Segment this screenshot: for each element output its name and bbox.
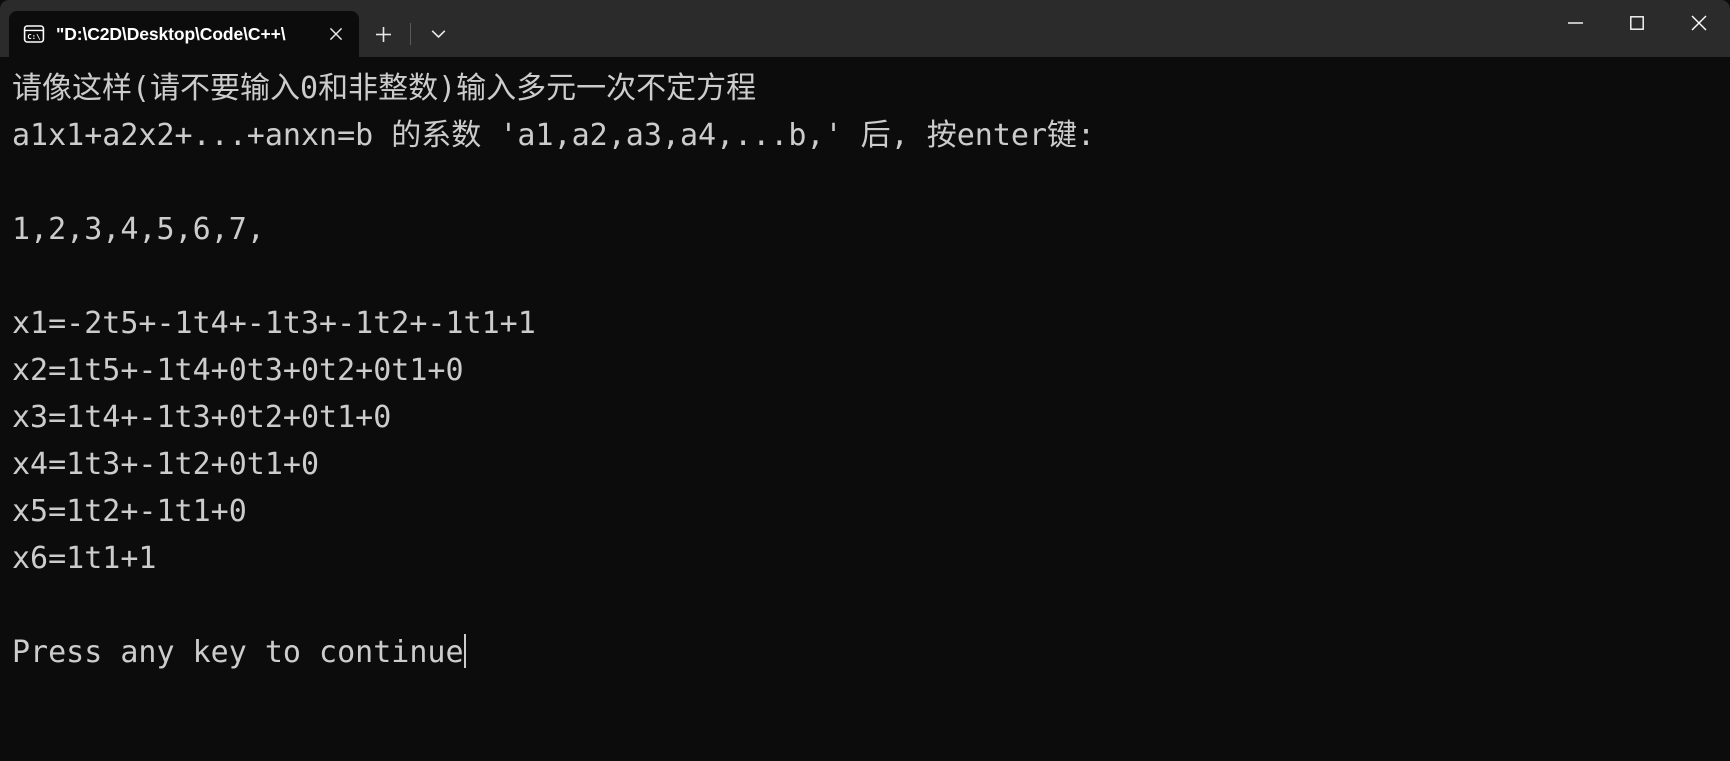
terminal-line: x1=-2t5+-1t4+-1t3+-1t2+-1t1+1 [12,306,536,341]
terminal-line: x2=1t5+-1t4+0t3+0t2+0t1+0 [12,353,464,388]
text-cursor [463,634,466,668]
terminal-line: a1x1+a2x2+...+anxn=b 的系数 'a1,a2,a3,a4,..… [12,118,1096,153]
chevron-down-icon[interactable] [418,16,458,52]
close-button[interactable] [1668,0,1730,45]
new-tab-button[interactable] [363,16,403,52]
tab-title: "D:\C2D\Desktop\Code\C++\ [56,23,286,44]
window-titlebar: C:\ "D:\C2D\Desktop\Code\C++\ [0,0,1730,57]
minimize-button[interactable] [1544,0,1606,45]
terminal-line: x3=1t4+-1t3+0t2+0t1+0 [12,400,392,435]
terminal-line: x4=1t3+-1t2+0t1+0 [12,447,320,482]
new-tab-area [359,11,462,57]
terminal-footer-text: Press any key to continue [12,635,464,670]
command-prompt-icon: C:\ [23,23,45,45]
window-controls [1544,0,1730,57]
terminal-output-area[interactable]: 请像这样(请不要输入0和非整数)输入多元一次不定方程 a1x1+a2x2+...… [0,57,1730,761]
terminal-line: 请像这样(请不要输入0和非整数)输入多元一次不定方程 [12,71,757,106]
tab-close-icon[interactable] [321,19,351,49]
terminal-tab[interactable]: C:\ "D:\C2D\Desktop\Code\C++\ [9,11,359,57]
terminal-line: x5=1t2+-1t1+0 [12,494,247,529]
terminal-footer-line: Press any key to continue [12,629,1730,676]
tab-strip: C:\ "D:\C2D\Desktop\Code\C++\ [0,0,462,57]
toolbar-divider [410,23,411,45]
svg-text:C:\: C:\ [27,32,41,41]
terminal-line: x6=1t1+1 [12,541,157,576]
titlebar-drag-region [462,0,1544,57]
terminal-user-input-line: 1,2,3,4,5,6,7, [12,212,265,247]
maximize-button[interactable] [1606,0,1668,45]
